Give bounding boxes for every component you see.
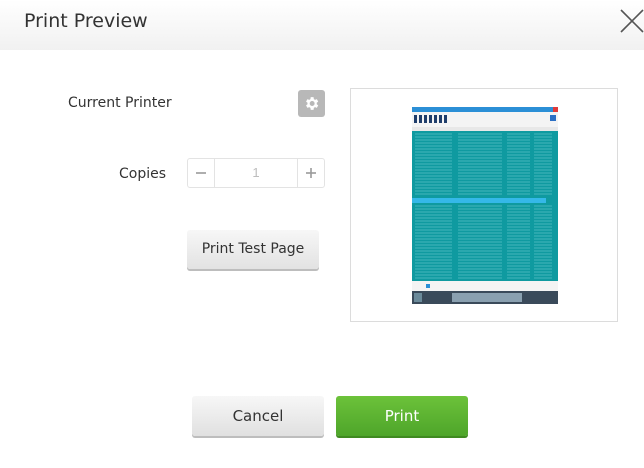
print-preview-panel [350, 88, 618, 322]
plus-icon [306, 168, 316, 178]
cancel-button[interactable]: Cancel [192, 396, 324, 436]
current-printer-label: Current Printer [68, 95, 172, 111]
copies-value[interactable]: 1 [215, 159, 297, 187]
close-button[interactable] [619, 8, 644, 34]
gear-icon [306, 97, 319, 110]
close-icon [620, 9, 644, 33]
print-test-page-button[interactable]: Print Test Page [187, 230, 319, 269]
copies-stepper: 1 [187, 158, 325, 188]
minus-icon [196, 172, 206, 174]
dialog-header: Print Preview [0, 0, 644, 50]
copies-label: Copies [119, 166, 167, 182]
page-preview-thumbnail [412, 107, 558, 304]
increase-copies-button[interactable] [297, 159, 324, 187]
dialog-title: Print Preview [24, 10, 148, 32]
print-button[interactable]: Print [336, 396, 468, 436]
decrease-copies-button[interactable] [188, 159, 215, 187]
printer-settings-button[interactable] [298, 90, 325, 117]
